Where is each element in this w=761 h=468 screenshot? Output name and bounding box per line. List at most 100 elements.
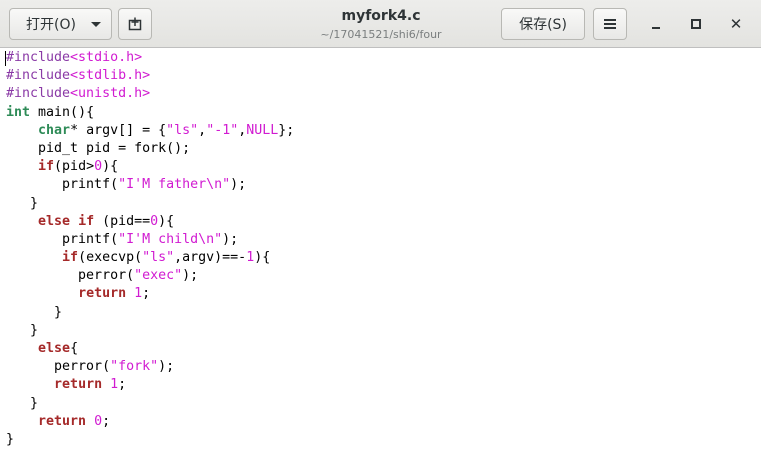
code-line[interactable]: if(pid>0){: [6, 158, 294, 176]
code-token: );: [158, 359, 175, 375]
open-button[interactable]: 打开(O): [9, 8, 112, 40]
code-token: ;: [142, 286, 151, 302]
code-token: ,: [198, 122, 207, 138]
code-token: * argv[] = {: [70, 122, 167, 138]
code-token: "ls": [142, 250, 175, 266]
code-token: }: [6, 195, 39, 211]
code-token: (execvp(: [78, 250, 143, 266]
code-token: perror(: [6, 268, 135, 284]
close-icon: ✕: [729, 14, 743, 33]
code-token: printf(: [6, 177, 119, 193]
code-token: 0: [150, 213, 159, 229]
code-line[interactable]: }: [6, 395, 294, 413]
code-line[interactable]: return 1;: [6, 285, 294, 303]
code-token: <stdlib.h>: [70, 68, 151, 84]
code-token: }: [6, 304, 63, 320]
code-line[interactable]: #include<stdlib.h>: [6, 67, 294, 85]
code-token: int: [6, 104, 31, 120]
code-line[interactable]: perror("fork");: [6, 358, 294, 376]
code-line[interactable]: perror("exec");: [6, 267, 294, 285]
close-button[interactable]: ✕: [722, 10, 750, 38]
code-line[interactable]: #include<stdio.h>: [6, 49, 294, 67]
code-token: 0: [94, 413, 103, 429]
code-token: "ls": [166, 122, 199, 138]
code-token: }: [6, 322, 39, 338]
code-line[interactable]: if(execvp("ls",argv)==-1){: [6, 249, 294, 267]
code-token: );: [222, 231, 239, 247]
new-document-button[interactable]: [118, 8, 152, 40]
code-token: (pid==: [94, 213, 151, 229]
code-token: "-1": [206, 122, 239, 138]
code-line[interactable]: else{: [6, 340, 294, 358]
maximize-icon: [691, 19, 701, 29]
code-token: ){: [254, 250, 271, 266]
code-token: ){: [102, 159, 119, 175]
code-token: return: [38, 413, 87, 429]
code-token: 0: [94, 159, 103, 175]
code-token: }: [6, 395, 39, 411]
code-token: <stdio.h>: [70, 50, 143, 65]
code-token: 1: [110, 377, 119, 393]
code-token: ;: [118, 377, 127, 393]
save-button[interactable]: 保存(S): [501, 8, 585, 40]
code-token: };: [278, 122, 295, 138]
code-token: else: [38, 341, 71, 356]
code-line[interactable]: else if (pid==0){: [6, 213, 294, 231]
chevron-down-icon: [91, 22, 101, 27]
code-view[interactable]: #include<stdio.h> #include<stdlib.h> #incl…: [6, 49, 294, 449]
code-token: "I'M father\n": [118, 177, 231, 193]
code-line[interactable]: int main(){: [6, 104, 294, 122]
code-token: perror(: [6, 359, 111, 375]
code-line[interactable]: }: [6, 195, 294, 213]
code-token: NULL: [246, 122, 279, 138]
new-document-icon: [128, 17, 142, 31]
code-token: return: [78, 286, 127, 302]
code-token: #include: [6, 86, 71, 102]
window-title-area: myfork4.c ~/17041521/shi6/four: [250, 6, 512, 42]
code-line[interactable]: }: [6, 304, 294, 322]
minimize-button[interactable]: [642, 10, 670, 38]
code-token: ;: [102, 413, 111, 429]
code-line[interactable]: return 1;: [6, 376, 294, 394]
code-token: if: [62, 250, 79, 266]
save-button-label: 保存(S): [519, 17, 567, 33]
open-button-label: 打开(O): [26, 17, 76, 33]
code-token: "I'M child\n": [118, 231, 223, 247]
hamburger-menu-icon: [604, 17, 616, 31]
menu-button[interactable]: [593, 8, 627, 40]
code-token: main(){: [30, 104, 95, 120]
code-line[interactable]: pid_t pid = fork();: [6, 140, 294, 158]
code-line[interactable]: #include<unistd.h>: [6, 85, 294, 103]
code-token: <unistd.h>: [70, 86, 151, 102]
code-token: else: [38, 213, 71, 229]
text-editor[interactable]: #include<stdio.h> #include<stdlib.h> #incl…: [0, 49, 761, 468]
code-token: }: [6, 431, 15, 447]
code-line[interactable]: char* argv[] = {"ls","-1",NULL};: [6, 122, 294, 140]
document-path: ~/17041521/shi6/four: [320, 28, 442, 41]
gedit-window: 打开(O) myfork4.c ~/17041521/shi6/four 保存(…: [0, 0, 761, 468]
code-token: char: [38, 122, 71, 138]
code-line[interactable]: }: [6, 322, 294, 340]
code-token: 1: [134, 286, 143, 302]
code-line[interactable]: }: [6, 431, 294, 449]
document-title: myfork4.c: [341, 8, 421, 24]
code-token: {: [70, 341, 79, 356]
code-token: "fork": [110, 359, 159, 375]
maximize-button[interactable]: [682, 10, 710, 38]
header-bar: 打开(O) myfork4.c ~/17041521/shi6/four 保存(…: [0, 0, 761, 48]
code-token: "exec": [134, 268, 183, 284]
code-line[interactable]: return 0;: [6, 413, 294, 431]
code-token: pid_t pid = fork();: [6, 140, 191, 156]
code-line[interactable]: printf("I'M child\n");: [6, 231, 294, 249]
code-token: return: [54, 377, 103, 393]
code-line[interactable]: printf("I'M father\n");: [6, 176, 294, 194]
code-token: (pid>: [54, 159, 95, 175]
